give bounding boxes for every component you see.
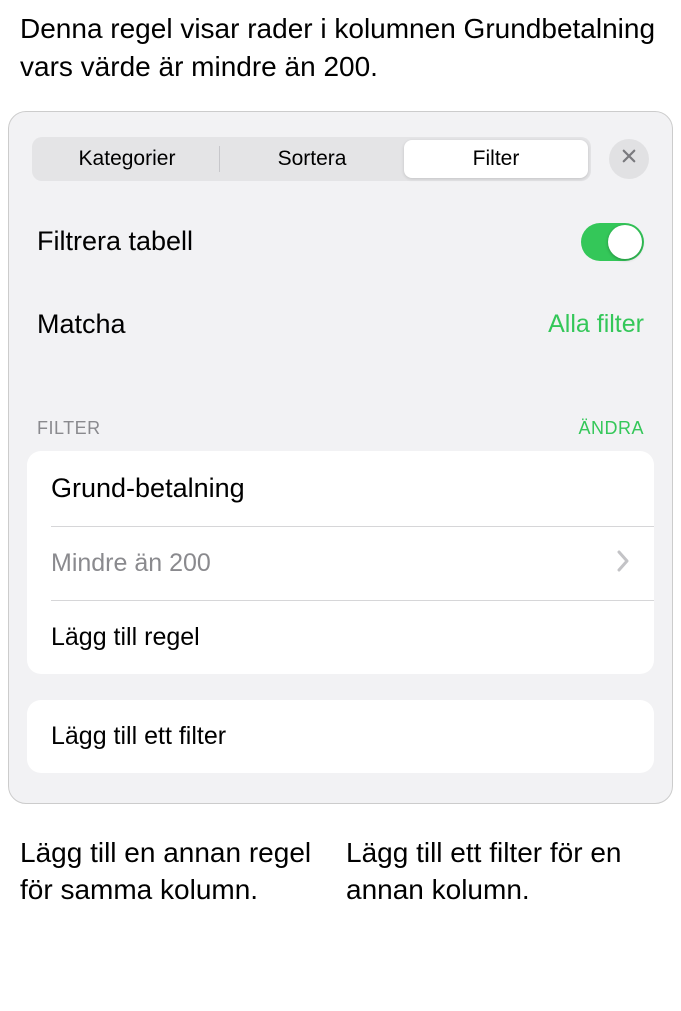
chevron-right-icon xyxy=(616,550,630,577)
annotation-bottom-right: Lägg till ett filter för en annan kolumn… xyxy=(346,834,661,910)
section-header-label: FILTER xyxy=(37,418,101,439)
tab-filter[interactable]: Filter xyxy=(404,140,588,178)
add-filter-row[interactable]: Lägg till ett filter xyxy=(27,700,654,773)
annotation-bottom-row: Lägg till en annan regel för samma kolum… xyxy=(0,834,681,910)
toggle-knob xyxy=(608,225,642,259)
filter-panel: Kategorier Sortera Filter Filtrera tabel… xyxy=(8,111,673,804)
edit-button[interactable]: ÄNDRA xyxy=(578,418,644,439)
filter-table-row: Filtrera tabell xyxy=(27,223,654,261)
tab-categories[interactable]: Kategorier xyxy=(35,140,219,178)
add-rule-label: Lägg till regel xyxy=(51,623,200,652)
rule-condition: Mindre än 200 xyxy=(51,549,211,578)
rule-column-name: Grund-betalning xyxy=(51,473,245,504)
add-filter-card: Lägg till ett filter xyxy=(27,700,654,773)
add-filter-label: Lägg till ett filter xyxy=(51,722,226,751)
rule-condition-row[interactable]: Mindre än 200 xyxy=(27,527,654,600)
close-button[interactable] xyxy=(609,139,649,179)
match-value: Alla filter xyxy=(548,310,644,339)
filter-table-label: Filtrera tabell xyxy=(37,226,193,257)
segmented-control: Kategorier Sortera Filter xyxy=(32,137,591,181)
filter-table-toggle[interactable] xyxy=(581,223,644,261)
filter-section-header: FILTER ÄNDRA xyxy=(27,418,654,451)
annotation-bottom-left: Lägg till en annan regel för samma kolum… xyxy=(20,834,318,910)
filter-rule-card: Grund-betalning Mindre än 200 Lägg till … xyxy=(27,451,654,674)
close-icon xyxy=(620,147,638,170)
match-row[interactable]: Matcha Alla filter xyxy=(27,309,654,340)
header-row: Kategorier Sortera Filter xyxy=(27,137,654,181)
add-rule-row[interactable]: Lägg till regel xyxy=(27,601,654,674)
match-label: Matcha xyxy=(37,309,126,340)
tab-sort[interactable]: Sortera xyxy=(220,140,404,178)
annotation-top: Denna regel visar rader i kolumnen Grund… xyxy=(0,0,681,111)
rule-column-row: Grund-betalning xyxy=(27,451,654,526)
